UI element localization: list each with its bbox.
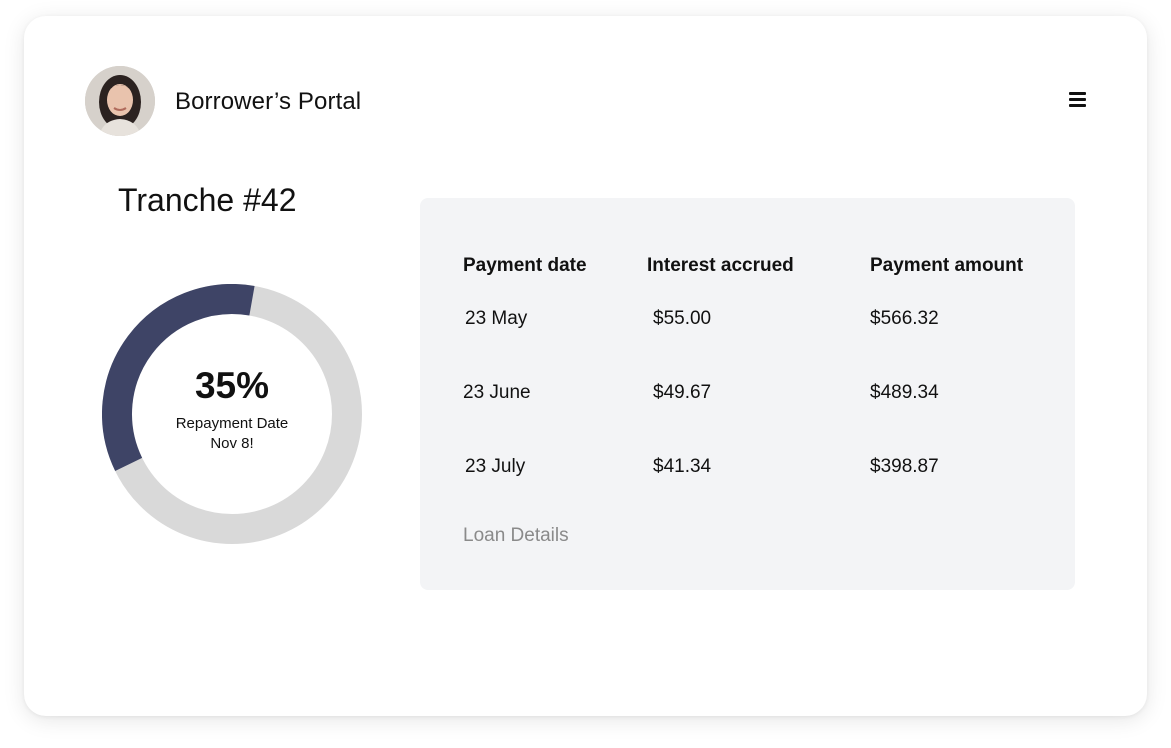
portal-title: Borrower’s Portal <box>175 88 362 115</box>
row-3-interest-accrued: $41.34 <box>653 456 712 477</box>
avatar[interactable] <box>85 66 155 136</box>
column-header-payment-date: Payment date <box>463 255 587 276</box>
row-1-payment-date: 23 May <box>465 308 528 329</box>
row-3-payment-amount: $398.87 <box>870 456 939 477</box>
row-1-interest-accrued: $55.00 <box>653 308 712 329</box>
column-header-interest-accrued: Interest accrued <box>647 255 794 276</box>
row-2-payment-date: 23 June <box>463 382 531 403</box>
row-2-payment-amount: $489.34 <box>870 382 939 403</box>
row-2-interest-accrued: $49.67 <box>653 382 712 403</box>
avatar-image <box>85 66 155 136</box>
donut-center: 35% Repayment Date Nov 8! <box>102 284 362 544</box>
row-1-payment-amount: $566.32 <box>870 308 939 329</box>
hamburger-menu-icon[interactable] <box>1069 92 1087 110</box>
tranche-title: Tranche #42 <box>118 182 297 218</box>
repayment-caption: Repayment Date Nov 8! <box>176 414 289 454</box>
loan-details-link[interactable]: Loan Details <box>463 525 569 547</box>
repayment-caption-line2: Nov 8! <box>210 434 254 452</box>
repayment-caption-line1: Repayment Date <box>175 414 289 432</box>
row-3-payment-date: 23 July <box>465 456 526 477</box>
column-header-payment-amount: Payment amount <box>870 255 1024 276</box>
portal-card: Borrower’s Portal Tranche #42 35% Repaym… <box>24 16 1147 716</box>
progress-percent: 35% <box>194 364 270 406</box>
payment-schedule-panel: Payment date Interest accrued Payment am… <box>420 198 1075 590</box>
